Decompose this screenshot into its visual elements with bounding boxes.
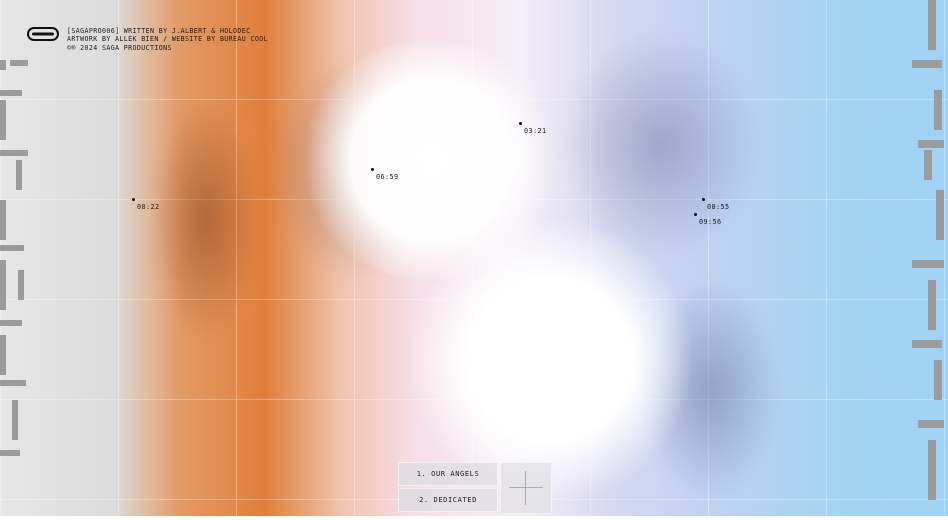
- header: [SAGAPRO006] WRITTEN BY J.ALBERT & HOLOD…: [27, 27, 268, 52]
- credits-line: [SAGAPRO006] WRITTEN BY J.ALBERT & HOLOD…: [67, 27, 251, 35]
- credits-line: ©® 2024 SAGA PRODUCTIONS: [67, 43, 172, 52]
- credits-line: ARTWORK BY ALLEK BIEN / WEBSITE BY BUREA…: [67, 35, 269, 44]
- timestamp-marker[interactable]: 08:55: [702, 198, 729, 211]
- plus-icon[interactable]: [500, 462, 552, 514]
- saga-logo-icon[interactable]: [27, 27, 59, 41]
- credits-text: [SAGAPRO006] WRITTEN BY J.ALBERT & HOLOD…: [67, 27, 268, 52]
- track-1-button[interactable]: 1. OUR ANGELS: [398, 462, 498, 486]
- left-vertical-title: [0, 60, 32, 480]
- track-2-button[interactable]: 2. DEDICATED: [398, 488, 498, 512]
- timestamp-marker[interactable]: 03:21: [519, 122, 546, 135]
- light-glow: [400, 220, 700, 500]
- timestamp-marker[interactable]: 06:59: [371, 168, 398, 181]
- timestamp-marker[interactable]: 08:22: [132, 198, 159, 211]
- right-vertical-title: [908, 0, 948, 516]
- timestamp-marker[interactable]: 09:56: [694, 213, 721, 226]
